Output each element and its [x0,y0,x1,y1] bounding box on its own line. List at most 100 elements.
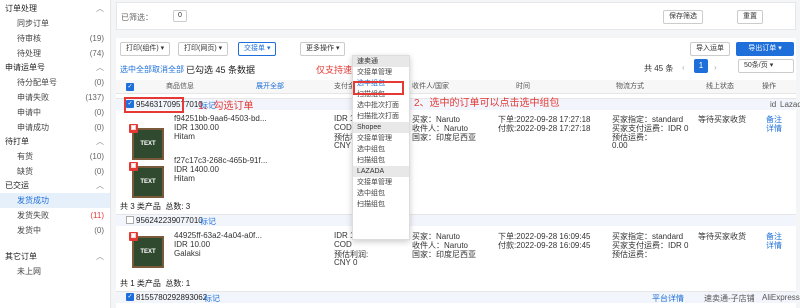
sidebar-subgroup-label: 待打单 [5,137,29,146]
shop-name: AliExpress [762,293,800,302]
sidebar-item-count: (74) [89,49,104,58]
sidebar-item[interactable]: 待处理 (74) [0,46,110,61]
sidebar-item[interactable]: 发货中 (0) [0,223,110,238]
chevron-up-icon: ︿ [96,252,104,261]
sidebar-item[interactable]: 待分配单号 (0) [0,75,110,90]
chevron-down-icon: ▾ [218,45,223,52]
sidebar-subgroup[interactable]: 申请运单号 ︿ [0,61,110,75]
exchange-dropdown-button[interactable]: 交接单 ▾ [238,42,277,56]
menu-item-scan-package[interactable]: 扫描组包 [353,199,409,210]
sidebar-item-count: (0) [94,108,104,117]
shop-name: Lazada [780,100,800,109]
export-orders-button[interactable]: 导出订单 ▾ [736,42,794,56]
sidebar-item-count: (0) [94,123,104,132]
product-price: IDR 1400.00 [174,165,219,174]
menu-item-select-batch-print[interactable]: 选中批次打面 [353,100,409,111]
platform-details-link[interactable]: 平台详情 [652,293,684,304]
menu-item-select-package[interactable]: 选中组包 [353,188,409,199]
sidebar-group-orders[interactable]: 订单处理 ︿ [0,2,110,16]
filter-bar: 已筛选： 0 保存筛选 重置 [116,2,796,30]
filter-label: 已筛选： [121,13,153,22]
print-component-label: 打印(组件) [126,45,159,52]
time-line: 付款:2022-09-28 17:27:18 [498,124,591,133]
menu-item-exchange-manage[interactable]: 交接单管理 [353,177,409,188]
sidebar: 订单处理 ︿ 同步订单 待审核 (19) 待处理 (74) 申请运单号 ︿ 待分配单号 (… [0,0,111,308]
print-component-button[interactable]: 打印(组件) ▾ [120,42,171,56]
sidebar-item[interactable]: 申请中 (0) [0,105,110,120]
sidebar-subgroup[interactable]: 待打单 ︿ [0,135,110,149]
col-online-status: 线上状态 [706,83,734,90]
sidebar-item-count: (10) [89,152,104,161]
more-actions-button[interactable]: 更多操作 ▾ [300,42,346,56]
table-header [116,80,796,94]
product-name: Hitam [174,174,195,183]
sidebar-group-label: 订单处理 [5,4,37,13]
chevron-down-icon: ▾ [160,45,165,52]
order-summary: 共 1 类产品 总数: 1 [120,278,190,289]
chevron-up-icon: ︿ [96,137,104,146]
menu-item-exchange-manage[interactable]: 交接单管理 [353,133,409,144]
prev-page-icon[interactable]: ‹ [682,63,685,72]
select-all-link[interactable]: 选中全部 [120,64,152,75]
logistics-name: 速卖通-子店铺 [704,294,755,303]
sidebar-item-label: 申请中 [17,108,41,117]
badge-icon: ▣ [129,162,138,171]
chevron-down-icon: ▾ [778,45,782,52]
menu-item-exchange-manage[interactable]: 交接单管理 [353,67,409,78]
online-status: 等待买家收货 [698,232,746,241]
product-image: ▣ TEXT [129,124,164,160]
col-logistics: 物流方式 [616,83,644,90]
per-page-select[interactable]: 50条/页 ▾ [738,59,794,73]
sidebar-item[interactable]: 申请失败 (137) [0,90,110,105]
sidebar-item[interactable]: 待审核 (19) [0,31,110,46]
sidebar-item-label: 未上网 [17,267,41,276]
export-orders-label: 导出订单 [748,45,777,52]
print-web-label: 打印(网页) [184,45,217,52]
chevron-up-icon: ︿ [96,4,104,13]
page-number[interactable]: 1 [694,59,708,73]
sidebar-item[interactable]: 发货失败 (11) [0,208,110,223]
amount-line: CNY 0 [334,258,358,267]
import-button[interactable]: 导入运单 [690,42,730,56]
print-web-button[interactable]: 打印(网页) ▾ [178,42,229,56]
sidebar-item[interactable]: 有货 (10) [0,149,110,164]
col-time: 时间 [516,83,530,90]
menu-item-scan-batch-print[interactable]: 扫描批次打面 [353,111,409,122]
tag-link[interactable]: 标记 [204,293,220,304]
logistics-line: 预估运费： [612,250,652,259]
chevron-up-icon: ︿ [96,181,104,190]
sidebar-group-other[interactable]: 其它订单 ︿ [0,250,110,264]
sidebar-item[interactable]: 申请成功 (0) [0,120,110,135]
sidebar-subgroup-label: 已交运 [5,181,29,190]
details-link[interactable]: 详情 [766,240,782,251]
save-filter-button[interactable]: 保存筛选 [663,10,703,24]
next-page-icon[interactable]: › [714,63,717,72]
sidebar-item[interactable]: 同步订单 [0,16,110,31]
shop-prefix: id [770,100,777,109]
sidebar-item[interactable]: 未上网 [0,264,110,279]
order-checkbox[interactable]: ✓ [126,293,134,301]
orders-table: ✓ 商品信息 展开全部 支付金额 收件人/国家 时间 物流方式 线上状态 操作 … [116,80,800,308]
sidebar-subgroup[interactable]: 已交运 ︿ [0,179,110,193]
online-status: 等待买家收货 [698,115,746,124]
sidebar-item-active[interactable]: 发货成功 [0,193,110,208]
order-checkbox[interactable] [126,216,134,224]
header-checkbox[interactable]: ✓ [126,83,134,91]
annotation-step1: 1、勾选订单 [198,101,254,112]
chevron-up-icon: ︿ [96,63,104,72]
menu-item-select-package[interactable]: 选中组包 [353,144,409,155]
menu-item-scan-package[interactable]: 扫描组包 [353,155,409,166]
product-name: Galaksi [174,249,201,258]
tag-link[interactable]: 标记 [200,216,216,227]
chevron-down-icon: ▾ [266,45,271,52]
sidebar-item-label: 待审核 [17,34,41,43]
product-image: ▣ TEXT [129,232,164,268]
details-link[interactable]: 详情 [766,123,782,134]
expand-all-link[interactable]: 展开全部 [256,80,284,94]
buyer-line: 国家：印度尼西亚 [412,250,476,259]
exchange-label: 交接单 [244,45,265,52]
cancel-all-link[interactable]: 取消全部 [152,64,184,75]
chevron-down-icon: ▾ [769,62,774,69]
reset-button[interactable]: 重置 [737,10,763,24]
sidebar-item[interactable]: 缺货 (0) [0,164,110,179]
